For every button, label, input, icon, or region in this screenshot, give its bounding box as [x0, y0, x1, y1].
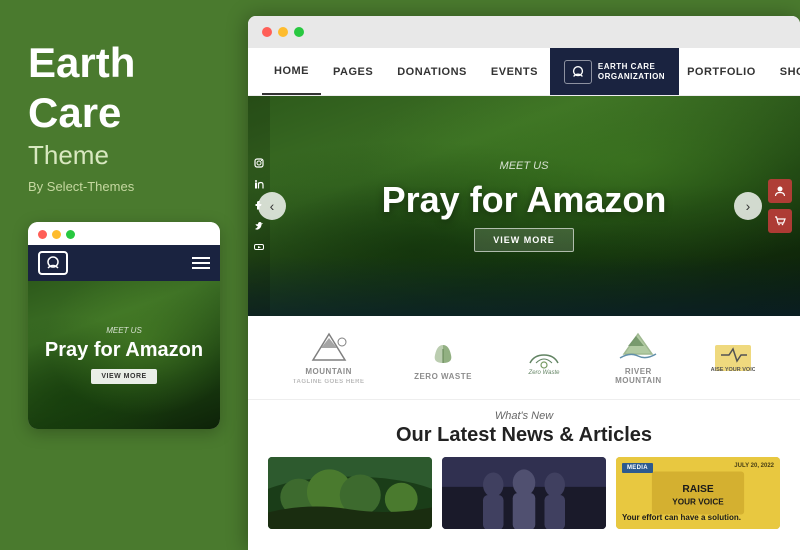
news-card-1[interactable] [268, 457, 432, 529]
left-panel: Earth Care Theme By Select-Themes MEET U… [0, 0, 248, 550]
nav-logo-text: EARTH CARE ORGANIZATION [598, 62, 665, 81]
site-nav: HOME PAGES DONATIONS EVENTS EARTH CARE O… [248, 48, 800, 96]
news-cards: RAISE YOUR VOICE MEDIA JULY 20, 2022 You… [268, 457, 780, 529]
news-whats-new: What's New [268, 410, 780, 422]
youtube-icon[interactable] [254, 242, 264, 255]
author-label: By Select-Themes [28, 179, 220, 194]
hero-side-icon-cart[interactable] [768, 209, 792, 233]
svg-text:RAISE: RAISE [682, 484, 713, 495]
hero-side-icons [768, 179, 792, 233]
logo-mountain: MOUNTAIN TAGLINE GOES HERE [293, 330, 365, 385]
nav-right-links: PORTFOLIO SHOP BLOG DONATE [679, 60, 800, 83]
page-title-care: Care [28, 90, 220, 136]
mobile-dot-green [66, 230, 75, 239]
news-card-2[interactable] [442, 457, 606, 529]
svg-text:RAISE YOUR VOICE: RAISE YOUR VOICE [711, 367, 755, 373]
nav-pages[interactable]: PAGES [321, 48, 385, 95]
mobile-dot-yellow [52, 230, 61, 239]
svg-text:YOUR VOICE: YOUR VOICE [672, 497, 724, 506]
hero-river-bg [248, 256, 800, 316]
hero-section: MEET US Pray for Amazon VIEW MORE ‹ › [248, 96, 800, 316]
svg-text:Zero Waste: Zero Waste [527, 370, 560, 375]
hero-next-button[interactable]: › [734, 192, 762, 220]
hero-view-more-button[interactable]: VIEW MORE [474, 228, 574, 252]
nav-events[interactable]: EVENTS [479, 48, 550, 95]
logo-raise-voice: RAISE YOUR VOICE [711, 341, 755, 375]
mobile-logo-icon [38, 251, 68, 275]
hero-prev-button[interactable]: ‹ [258, 192, 286, 220]
nav-home[interactable]: HOME [262, 48, 321, 95]
theme-label: Theme [28, 140, 220, 171]
logo-mountain-sub: TAGLINE GOES HERE [293, 379, 365, 385]
twitter-icon[interactable] [254, 221, 264, 234]
browser-window: HOME PAGES DONATIONS EVENTS EARTH CARE O… [248, 16, 800, 550]
mobile-titlebar [28, 222, 220, 245]
browser-titlebar [248, 16, 800, 48]
mobile-hero-title: Pray for Amazon [45, 339, 203, 361]
mobile-hero: MEET US Pray for Amazon VIEW MORE [28, 281, 220, 429]
instagram-icon[interactable] [254, 158, 264, 171]
news-card-3-date: JULY 20, 2022 [734, 463, 774, 469]
logo-mountain-text: MOUNTAIN [305, 367, 352, 376]
browser-dot-yellow [278, 27, 288, 37]
hero-meet-us: MEET US [500, 160, 549, 172]
mobile-nav [28, 245, 220, 281]
nav-portfolio[interactable]: PORTFOLIO [679, 66, 764, 78]
logos-bar: MOUNTAIN TAGLINE GOES HERE ZERO WASTE Ze… [248, 316, 800, 400]
logo-zerowaste-1: ZERO WASTE [414, 335, 472, 381]
page-title-earth: Earth [28, 40, 220, 86]
logo-river-mountain-text: RIVER MOUNTAIN [615, 367, 662, 385]
mobile-view-more-button[interactable]: VIEW MORE [91, 369, 156, 384]
nav-shop[interactable]: SHOP [772, 66, 800, 78]
browser-dot-green [294, 27, 304, 37]
mobile-preview: MEET US Pray for Amazon VIEW MORE [28, 222, 220, 429]
news-card-3-badge: MEDIA [622, 463, 653, 473]
mobile-meet-us: MEET US [106, 326, 142, 335]
browser-dot-red [262, 27, 272, 37]
logo-zerowaste-1-text: ZERO WASTE [414, 372, 472, 381]
nav-logo: EARTH CARE ORGANIZATION [550, 48, 679, 95]
nav-donations[interactable]: DONATIONS [385, 48, 479, 95]
logo-zerowaste-2: Zero Waste [522, 341, 566, 375]
nav-logo-icon [564, 60, 592, 84]
news-section-title: Our Latest News & Articles [268, 424, 780, 447]
hero-title: Pray for Amazon [382, 180, 667, 220]
hero-side-icon-1[interactable] [768, 179, 792, 203]
news-card-3-text: Your effort can have a solution. [622, 513, 774, 523]
mobile-dot-red [38, 230, 47, 239]
hero-content: MEET US Pray for Amazon VIEW MORE [382, 160, 667, 252]
news-section: What's New Our Latest News & Articles [248, 400, 800, 537]
news-card-3[interactable]: RAISE YOUR VOICE MEDIA JULY 20, 2022 You… [616, 457, 780, 529]
logo-river-mountain: RIVER MOUNTAIN [615, 330, 662, 385]
mobile-hamburger-icon[interactable] [192, 257, 210, 269]
linkedin-icon[interactable] [254, 179, 264, 192]
